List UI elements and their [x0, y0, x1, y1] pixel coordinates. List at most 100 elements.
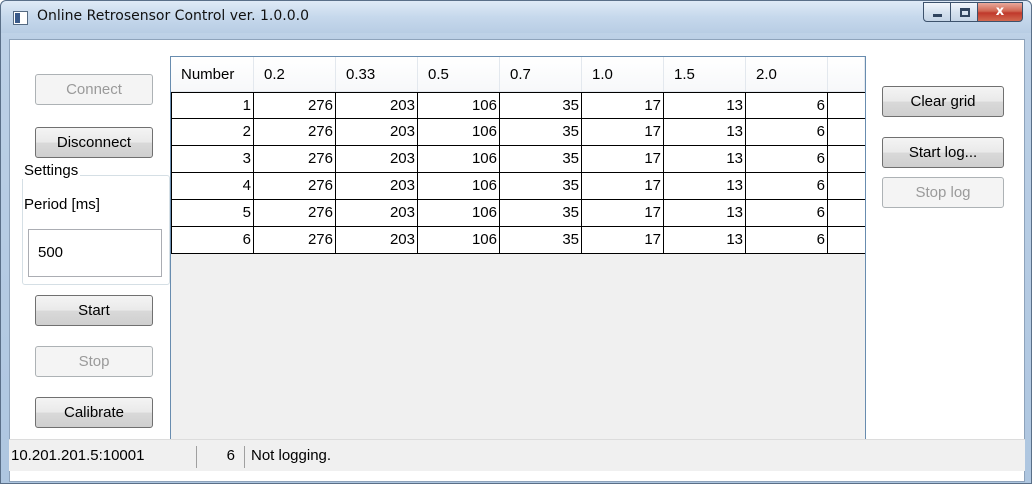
table-cell[interactable]: 35 [500, 92, 582, 119]
grid-body: 1 276 203 106 35 17 13 6 2 276 203 106 35 17 13 6 3 276 20… [171, 92, 865, 254]
data-grid[interactable]: Number 0.2 0.33 0.5 0.7 1.0 1.5 2.0 1 276… [170, 56, 866, 441]
column-header-filler [828, 57, 865, 92]
table-cell[interactable]: 6 [746, 227, 828, 254]
table-cell[interactable]: 106 [418, 146, 500, 173]
row-number-cell[interactable]: 5 [171, 200, 254, 227]
row-filler [828, 173, 865, 200]
table-row[interactable]: 3 276 203 106 35 17 13 6 [171, 146, 865, 173]
caption-buttons: x [923, 2, 1023, 22]
column-header[interactable]: 0.5 [418, 57, 500, 92]
table-cell[interactable]: 35 [500, 227, 582, 254]
table-cell[interactable]: 13 [664, 173, 746, 200]
status-separator [244, 446, 245, 468]
table-row[interactable]: 6 276 203 106 35 17 13 6 [171, 227, 865, 254]
column-header[interactable]: 1.0 [582, 57, 664, 92]
close-button[interactable]: x [977, 2, 1023, 22]
table-cell[interactable]: 13 [664, 146, 746, 173]
period-label: Period [ms] [24, 196, 100, 213]
row-number-cell[interactable]: 6 [171, 227, 254, 254]
table-cell[interactable]: 13 [664, 200, 746, 227]
table-cell[interactable]: 203 [336, 119, 418, 146]
row-filler [828, 146, 865, 173]
table-cell[interactable]: 35 [500, 146, 582, 173]
status-bar: 10.201.201.5:10001 6 Not logging. [9, 439, 1025, 471]
period-input[interactable]: 500 [28, 229, 162, 277]
row-filler [828, 92, 865, 119]
settings-label: Settings [22, 162, 81, 179]
start-button[interactable]: Start [35, 295, 153, 326]
table-cell[interactable]: 203 [336, 92, 418, 119]
grid-header: Number 0.2 0.33 0.5 0.7 1.0 1.5 2.0 [171, 57, 865, 92]
table-cell[interactable]: 17 [582, 146, 664, 173]
table-row[interactable]: 2 276 203 106 35 17 13 6 [171, 119, 865, 146]
clear-grid-button[interactable]: Clear grid [882, 86, 1004, 117]
column-header-number[interactable]: Number [171, 57, 254, 92]
close-icon: x [995, 4, 1005, 19]
status-count: 6 [226, 447, 235, 464]
title-bar[interactable]: Online Retrosensor Control ver. 1.0.0.0 … [1, 1, 1031, 33]
calibrate-button[interactable]: Calibrate [35, 397, 153, 428]
app-window: Online Retrosensor Control ver. 1.0.0.0 … [0, 0, 1032, 484]
table-cell[interactable]: 276 [254, 92, 336, 119]
row-filler [828, 227, 865, 254]
table-cell[interactable]: 203 [336, 227, 418, 254]
table-row[interactable]: 5 276 203 106 35 17 13 6 [171, 200, 865, 227]
minimize-button[interactable] [923, 2, 951, 22]
row-filler [828, 119, 865, 146]
stop-log-button[interactable]: Stop log [882, 177, 1004, 208]
table-cell[interactable]: 35 [500, 119, 582, 146]
table-cell[interactable]: 6 [746, 119, 828, 146]
table-cell[interactable]: 17 [582, 92, 664, 119]
table-cell[interactable]: 6 [746, 200, 828, 227]
table-cell[interactable]: 35 [500, 200, 582, 227]
start-log-button[interactable]: Start log... [882, 137, 1004, 168]
table-cell[interactable]: 17 [582, 173, 664, 200]
maximize-button[interactable] [950, 2, 978, 22]
table-cell[interactable]: 106 [418, 227, 500, 254]
maximize-icon [960, 8, 970, 17]
table-cell[interactable]: 106 [418, 200, 500, 227]
client-area: Connect Disconnect Settings Period [ms] … [9, 39, 1025, 482]
table-cell[interactable]: 106 [418, 119, 500, 146]
stop-button[interactable]: Stop [35, 346, 153, 377]
table-cell[interactable]: 276 [254, 146, 336, 173]
table-cell[interactable]: 276 [254, 119, 336, 146]
status-address: 10.201.201.5:10001 [11, 447, 145, 464]
table-cell[interactable]: 17 [582, 200, 664, 227]
disconnect-button[interactable]: Disconnect [35, 127, 153, 158]
table-cell[interactable]: 6 [746, 146, 828, 173]
column-header[interactable]: 1.5 [664, 57, 746, 92]
row-number-cell[interactable]: 4 [171, 173, 254, 200]
table-cell[interactable]: 6 [746, 92, 828, 119]
table-cell[interactable]: 13 [664, 92, 746, 119]
minimize-icon [933, 14, 942, 17]
table-cell[interactable]: 276 [254, 200, 336, 227]
column-header[interactable]: 0.2 [254, 57, 336, 92]
table-cell[interactable]: 17 [582, 119, 664, 146]
status-log-state: Not logging. [251, 447, 332, 464]
table-cell[interactable]: 203 [336, 173, 418, 200]
table-row[interactable]: 4 276 203 106 35 17 13 6 [171, 173, 865, 200]
row-number-cell[interactable]: 1 [171, 92, 254, 119]
column-header[interactable]: 0.33 [336, 57, 418, 92]
table-cell[interactable]: 17 [582, 227, 664, 254]
table-cell[interactable]: 13 [664, 119, 746, 146]
column-header[interactable]: 0.7 [500, 57, 582, 92]
connect-button[interactable]: Connect [35, 74, 153, 105]
table-cell[interactable]: 6 [746, 173, 828, 200]
row-filler [828, 200, 865, 227]
table-cell[interactable]: 203 [336, 200, 418, 227]
window-title: Online Retrosensor Control ver. 1.0.0.0 [37, 8, 309, 24]
row-number-cell[interactable]: 2 [171, 119, 254, 146]
column-header[interactable]: 2.0 [746, 57, 828, 92]
table-cell[interactable]: 203 [336, 146, 418, 173]
row-number-cell[interactable]: 3 [171, 146, 254, 173]
table-cell[interactable]: 13 [664, 227, 746, 254]
table-row[interactable]: 1 276 203 106 35 17 13 6 [171, 92, 865, 119]
table-cell[interactable]: 106 [418, 173, 500, 200]
table-cell[interactable]: 276 [254, 173, 336, 200]
table-cell[interactable]: 35 [500, 173, 582, 200]
table-cell[interactable]: 106 [418, 92, 500, 119]
table-cell[interactable]: 276 [254, 227, 336, 254]
app-icon [13, 11, 28, 25]
